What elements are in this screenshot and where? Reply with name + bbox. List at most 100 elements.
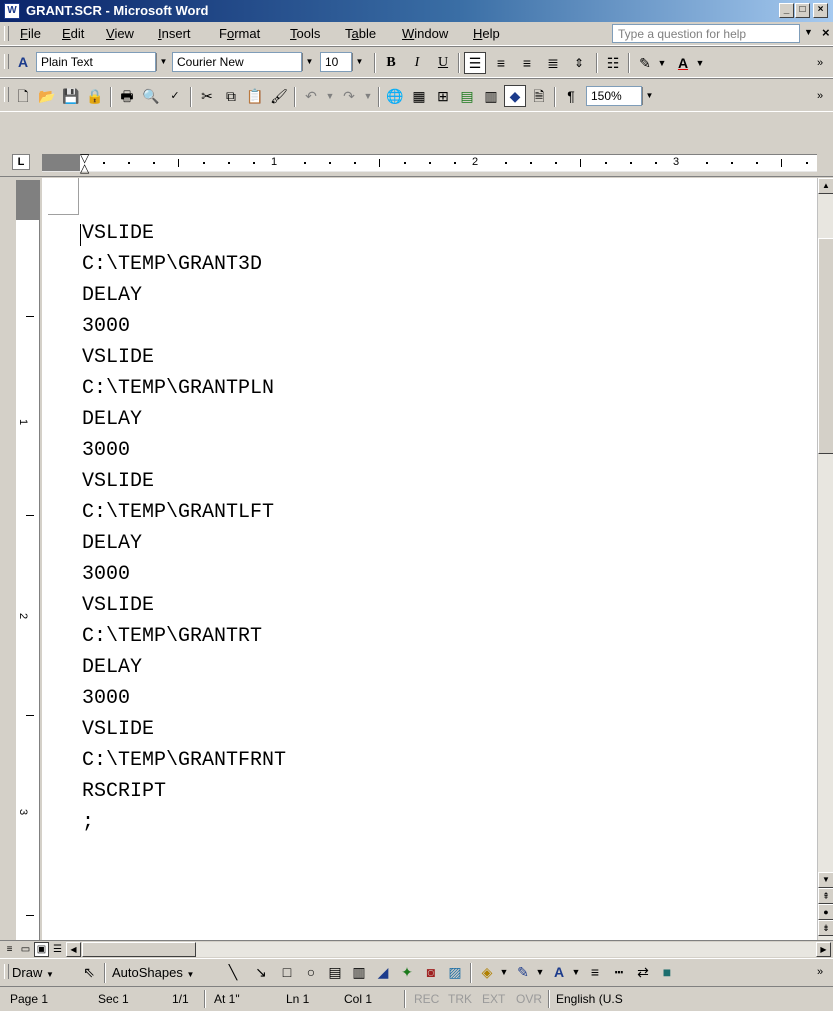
draw-menu-button[interactable]: Draw ▼ [12, 965, 54, 980]
document-map-icon[interactable]: 🗎 [528, 85, 550, 107]
document-line[interactable]: 3000 [82, 687, 130, 710]
font-size-select[interactable]: 10 [320, 52, 352, 72]
dash-style-icon[interactable]: ┅ [608, 961, 630, 983]
arrow-style-icon[interactable]: ⇄ [632, 961, 654, 983]
insert-picture-icon[interactable]: ▨ [444, 961, 466, 983]
toolbar-grip[interactable] [4, 54, 9, 69]
text-box-icon[interactable]: ▤ [324, 961, 346, 983]
status-section[interactable]: Sec 1 [98, 992, 129, 1006]
toolbar-grip[interactable] [4, 964, 9, 979]
line-color-icon[interactable]: ✎ [512, 961, 534, 983]
line-style-icon[interactable]: ≡ [584, 961, 606, 983]
status-language[interactable]: English (U.S [556, 992, 623, 1006]
style-select[interactable]: Plain Text [36, 52, 156, 72]
save-icon[interactable]: 💾 [60, 85, 82, 107]
menu-tools[interactable]: Tools [290, 26, 320, 41]
toolbar-options-icon[interactable]: » [812, 961, 828, 983]
undo-dropdown-arrow-icon[interactable]: ▼ [324, 85, 336, 107]
print-preview-icon[interactable]: 🔍 [140, 85, 162, 107]
document-line[interactable]: VSLIDE [82, 594, 154, 617]
open-folder-icon[interactable]: 📂 [36, 85, 58, 107]
styles-pane-icon[interactable]: A [12, 51, 34, 73]
next-page-icon[interactable]: ⇟ [818, 920, 833, 936]
scroll-up-arrow-icon[interactable]: ▲ [818, 178, 833, 194]
hanging-indent-marker-icon[interactable]: △ [80, 162, 89, 174]
clip-art-icon[interactable]: ◙ [420, 961, 442, 983]
redo-dropdown-arrow-icon[interactable]: ▼ [362, 85, 374, 107]
style-dropdown-arrow-icon[interactable]: ▼ [156, 53, 170, 71]
rectangle-tool-icon[interactable]: □ [276, 961, 298, 983]
line-spacing-icon[interactable]: ⇕ [568, 52, 590, 74]
select-browse-object-icon[interactable]: ● [818, 904, 833, 920]
italic-button[interactable]: I [406, 52, 428, 74]
draw-font-color-icon[interactable]: A [548, 961, 570, 983]
menu-view[interactable]: View [106, 26, 134, 41]
align-left-icon[interactable]: ☰ [464, 52, 486, 74]
arrow-tool-icon[interactable]: ↘ [250, 961, 272, 983]
zoom-dropdown-arrow-icon[interactable]: ▼ [642, 87, 656, 105]
toolbar-grip[interactable] [4, 87, 9, 102]
status-rec[interactable]: REC [414, 992, 439, 1006]
zoom-select[interactable]: 150% [586, 86, 642, 106]
new-document-icon[interactable]: 🗋 [12, 85, 34, 107]
word-app-icon[interactable]: W [4, 3, 20, 19]
font-select[interactable]: Courier New [172, 52, 302, 72]
menubar-grip[interactable] [4, 26, 9, 41]
vertical-ruler[interactable]: 1 2 3 [16, 180, 40, 942]
bullets-icon[interactable]: ☷ [602, 52, 624, 74]
line-color-dropdown-arrow-icon[interactable]: ▼ [534, 961, 546, 983]
minimize-button[interactable]: _ [779, 3, 794, 18]
underline-button[interactable]: U [432, 52, 454, 74]
help-dropdown-arrow-icon[interactable]: ▼ [804, 27, 813, 37]
document-line[interactable]: C:\TEMP\GRANTRT [82, 625, 262, 648]
tables-borders-icon[interactable]: ▦ [408, 85, 430, 107]
status-page-count[interactable]: 1/1 [172, 992, 189, 1006]
vertical-scroll-thumb[interactable] [818, 238, 833, 454]
previous-page-icon[interactable]: ⇞ [818, 888, 833, 904]
horizontal-ruler[interactable]: ▽ △ 1 2 3 [42, 152, 817, 174]
document-line[interactable]: DELAY [82, 532, 142, 555]
vertical-text-box-icon[interactable]: ▥ [348, 961, 370, 983]
status-column[interactable]: Col 1 [344, 992, 372, 1006]
document-line[interactable]: DELAY [82, 408, 142, 431]
document-line[interactable]: VSLIDE [82, 470, 154, 493]
paste-icon[interactable]: 📋 [244, 85, 266, 107]
justify-icon[interactable]: ≣ [542, 52, 564, 74]
align-center-icon[interactable]: ≡ [490, 52, 512, 74]
document-line[interactable]: C:\TEMP\GRANTFRNT [82, 749, 286, 772]
horizontal-scroll-track[interactable] [196, 942, 816, 957]
menu-edit[interactable]: Edit [62, 26, 84, 41]
format-painter-icon[interactable]: 🖌 [268, 85, 290, 107]
wordart-icon[interactable]: ◢ [372, 961, 394, 983]
line-tool-icon[interactable]: ╲ [222, 961, 244, 983]
menu-table[interactable]: Table [345, 26, 376, 41]
diagram-icon[interactable]: ✦ [396, 961, 418, 983]
font-size-dropdown-arrow-icon[interactable]: ▼ [352, 53, 366, 71]
menu-format[interactable]: Format [219, 26, 260, 41]
document-line[interactable]: DELAY [82, 284, 142, 307]
toolbar-options-icon[interactable]: » [812, 52, 828, 74]
undo-icon[interactable]: ↶ [300, 85, 322, 107]
scroll-left-arrow-icon[interactable]: ◀ [66, 942, 81, 957]
fill-color-icon[interactable]: ◈ [476, 961, 498, 983]
status-ovr[interactable]: OVR [516, 992, 542, 1006]
oval-tool-icon[interactable]: ○ [300, 961, 322, 983]
menu-file[interactable]: File [20, 26, 41, 41]
document-line[interactable]: 3000 [82, 563, 130, 586]
document-line[interactable]: 3000 [82, 439, 130, 462]
toolbar-options-icon[interactable]: » [812, 85, 828, 107]
bold-button[interactable]: B [380, 52, 402, 74]
scroll-right-arrow-icon[interactable]: ▶ [816, 942, 831, 957]
close-document-icon[interactable]: × [822, 25, 830, 40]
menu-help[interactable]: Help [473, 26, 500, 41]
horizontal-scrollbar[interactable]: ≡ ▭ ▣ ☰ ◀ ▶ [0, 940, 833, 958]
document-page[interactable]: VSLIDE C:\TEMP\GRANT3D DELAY 3000 VSLIDE… [42, 178, 817, 940]
outline-view-icon[interactable]: ☰ [50, 942, 65, 957]
document-line[interactable]: C:\TEMP\GRANTPLN [82, 377, 274, 400]
hyperlink-icon[interactable]: 🌐 [384, 85, 406, 107]
highlight-dropdown-arrow-icon[interactable]: ▼ [656, 52, 668, 74]
columns-icon[interactable]: ▥ [480, 85, 502, 107]
document-line[interactable]: VSLIDE [82, 222, 154, 245]
tab-selector[interactable]: L [12, 154, 30, 170]
document-line[interactable]: VSLIDE [82, 346, 154, 369]
